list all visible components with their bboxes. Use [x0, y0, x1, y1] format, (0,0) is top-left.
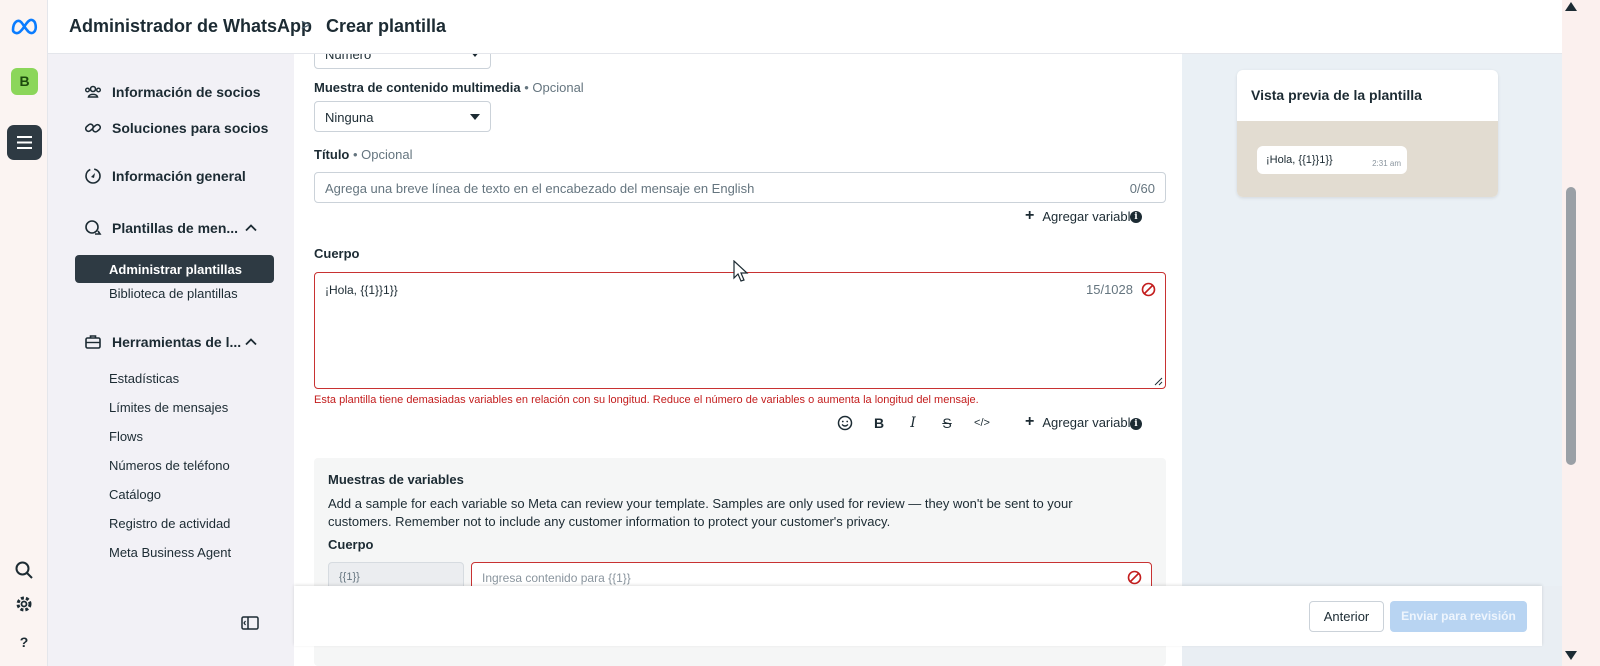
variable-type-select[interactable]: Número [314, 54, 491, 69]
body-label: Cuerpo [314, 246, 360, 261]
preview-title: Vista previa de la plantilla [1251, 87, 1422, 103]
top-bar: Administrador de WhatsApp > Crear planti… [48, 0, 1562, 54]
title-placeholder: Agrega una breve línea de texto en el en… [325, 181, 755, 196]
samples-heading: Muestras de variables [328, 472, 464, 487]
chevron-up-icon[interactable] [244, 221, 258, 235]
sidebar-item-partner-solutions[interactable]: Soluciones para socios [84, 119, 268, 137]
chevron-up-icon[interactable] [244, 335, 258, 349]
plus-icon: + [1025, 413, 1035, 430]
sidebar-item-label: Información de socios [112, 84, 261, 100]
global-rail: B ? [0, 0, 48, 666]
add-variable-label: Agregar variable [1042, 414, 1138, 430]
sidebar-item-message-limits[interactable]: Límites de mensajes [109, 400, 228, 415]
form-footer: Anterior Enviar para revisión [294, 586, 1542, 646]
sidebar: Información de socios Soluciones para so… [48, 54, 294, 666]
breadcrumb-app[interactable]: Administrador de WhatsApp [69, 16, 312, 37]
collapse-sidebar-icon[interactable] [241, 616, 259, 630]
message-text: ¡Hola, {{1}}1}} [1266, 154, 1333, 166]
sidebar-item-statistics[interactable]: Estadísticas [109, 371, 179, 386]
title-input[interactable]: Agrega una breve línea de texto en el en… [314, 172, 1166, 203]
submit-for-review-button[interactable]: Enviar para revisión [1390, 601, 1527, 632]
sidebar-item-label: Información general [112, 168, 246, 184]
previous-button[interactable]: Anterior [1309, 601, 1384, 632]
add-variable-body-button[interactable]: + Agregar variable [1025, 413, 1138, 431]
sidebar-item-templates[interactable]: Plantillas de men... [84, 219, 238, 237]
link-icon [84, 123, 102, 133]
mouse-cursor-icon [733, 260, 749, 282]
meta-logo-icon[interactable] [10, 16, 40, 36]
info-icon[interactable]: i [1130, 211, 1142, 223]
add-variable-button[interactable]: + Agregar variable [1025, 207, 1138, 225]
body-char-count: 15/1028 [1086, 282, 1133, 297]
hamburger-icon [17, 136, 32, 149]
templates-icon [85, 220, 102, 235]
chat-background: ¡Hola, {{1}}1}} 2:31 am [1237, 121, 1498, 197]
sidebar-item-tools[interactable]: Herramientas de l... [84, 333, 241, 351]
breadcrumb-separator: > [301, 17, 311, 34]
sidebar-item-phone-numbers[interactable]: Números de teléfono [109, 458, 230, 473]
sidebar-item-overview[interactable]: Información general [84, 167, 246, 185]
sidebar-item-flows[interactable]: Flows [109, 429, 143, 444]
sidebar-item-activity-log[interactable]: Registro de actividad [109, 516, 230, 531]
dropdown-caret-icon [470, 114, 480, 120]
message-bubble: ¡Hola, {{1}}1}} 2:31 am [1257, 146, 1407, 174]
scroll-up-icon[interactable] [1565, 2, 1577, 11]
plus-icon: + [1025, 207, 1035, 224]
sidebar-item-label: Herramientas de l... [112, 334, 242, 350]
page-scrollbar[interactable] [1562, 0, 1600, 666]
add-variable-label: Agregar variable [1042, 208, 1138, 224]
dropdown-caret-icon [470, 54, 480, 57]
menu-button[interactable] [7, 125, 42, 160]
body-textarea[interactable]: ¡Hola, {{1}}1}} 15/1028 [314, 272, 1166, 389]
resize-handle-icon[interactable] [1154, 377, 1163, 386]
code-icon[interactable]: </> [971, 414, 993, 432]
sidebar-item-meta-business-agent[interactable]: Meta Business Agent [109, 545, 231, 560]
business-avatar[interactable]: B [11, 68, 38, 95]
scroll-down-icon[interactable] [1565, 651, 1577, 660]
toolbox-icon [85, 335, 101, 349]
sidebar-item-label: Soluciones para socios [112, 120, 269, 136]
media-sample-label: Muestra de contenido multimedia • Opcion… [314, 80, 584, 95]
template-preview-card: Vista previa de la plantilla ¡Hola, {{1}… [1237, 70, 1498, 197]
sidebar-item-catalog[interactable]: Catálogo [109, 487, 161, 502]
samples-description: Add a sample for each variable so Meta c… [328, 496, 1073, 529]
body-error-message: Esta plantilla tiene demasiadas variable… [314, 394, 979, 406]
info-icon[interactable]: i [1130, 418, 1142, 430]
partners-icon [85, 85, 101, 98]
variable-sample-placeholder: Ingresa contenido para {{1}} [482, 571, 631, 585]
body-text: ¡Hola, {{1}}1}} [325, 283, 398, 297]
overview-icon [85, 168, 101, 184]
page-title: Crear plantilla [326, 16, 447, 36]
italic-icon[interactable]: I [904, 414, 922, 432]
emoji-icon[interactable] [836, 414, 854, 432]
help-icon[interactable]: ? [14, 632, 34, 652]
search-icon[interactable] [14, 560, 34, 580]
error-icon [1127, 570, 1142, 585]
message-time: 2:31 am [1372, 159, 1401, 168]
bold-icon[interactable]: B [870, 414, 888, 432]
title-char-count: 0/60 [1129, 181, 1155, 196]
strikethrough-icon[interactable]: S [938, 414, 956, 432]
sidebar-item-partner-info[interactable]: Información de socios [84, 83, 261, 101]
error-icon [1141, 282, 1156, 297]
samples-body-label: Cuerpo [328, 537, 374, 552]
select-value: Número [325, 54, 372, 62]
sidebar-item-label: Plantillas de men... [112, 220, 239, 236]
sidebar-item-manage-templates[interactable]: Administrar plantillas [75, 255, 274, 283]
gear-icon[interactable] [14, 594, 34, 614]
scrollbar-thumb[interactable] [1566, 187, 1576, 465]
media-sample-select[interactable]: Ninguna [314, 101, 491, 132]
sidebar-item-label: Administrar plantillas [109, 262, 242, 277]
sidebar-item-template-library[interactable]: Biblioteca de plantillas [109, 286, 238, 301]
select-value: Ninguna [325, 110, 374, 125]
title-label: Título • Opcional [314, 147, 413, 162]
template-form: Número Muestra de contenido multimedia •… [294, 54, 1182, 666]
